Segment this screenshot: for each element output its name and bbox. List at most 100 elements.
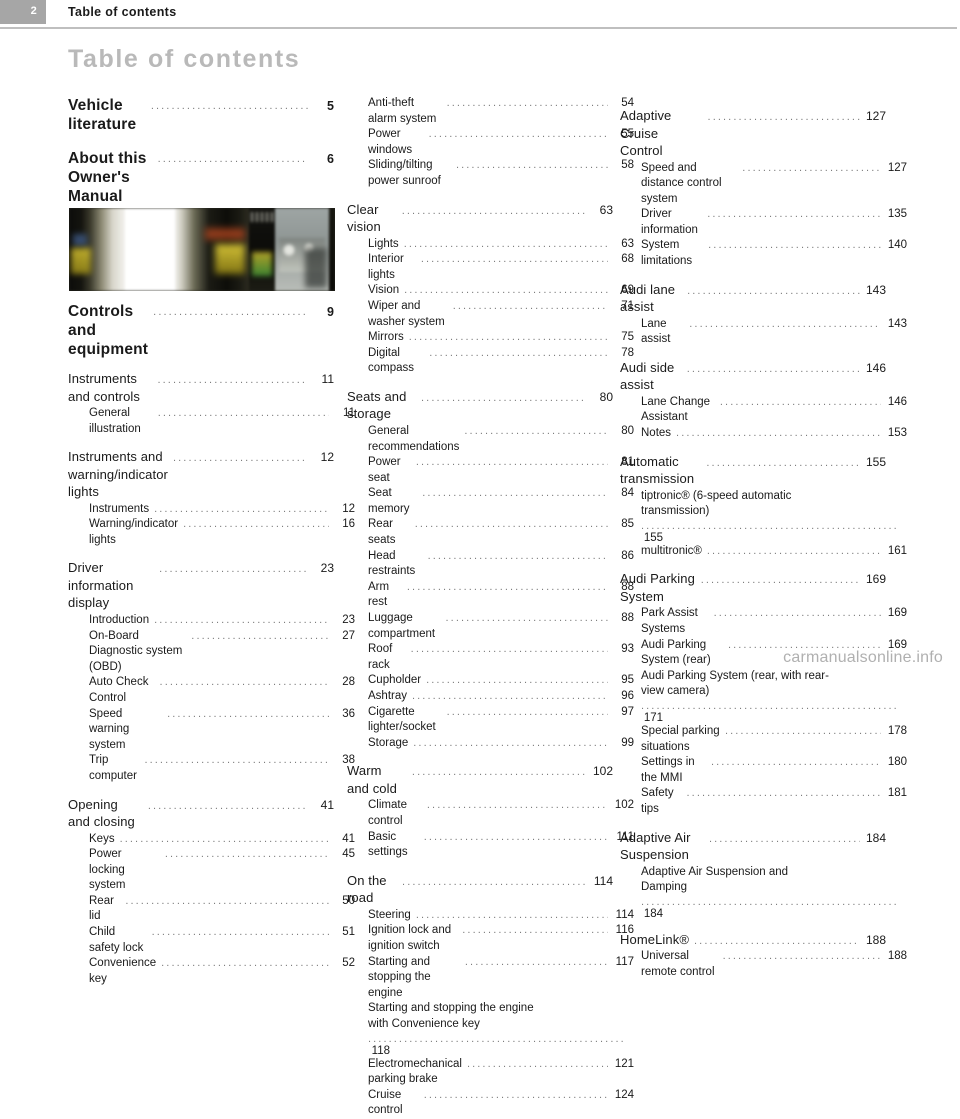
toc-entry-sub[interactable]: tiptronic® (6-speed automatic transmissi… (620, 489, 907, 544)
toc-entry-sub[interactable]: Starting and stopping the engine with Co… (347, 1001, 634, 1056)
toc-entry-sub[interactable]: Speed warning system....................… (68, 707, 355, 754)
toc-entry-sub[interactable]: System limitations......................… (620, 238, 907, 269)
toc-entry-label: Vehicle literature (68, 97, 137, 133)
toc-entry-sub[interactable]: Electromechanical parking brake.........… (347, 1057, 634, 1088)
toc-entry-sub[interactable]: Rear lid................................… (68, 894, 355, 925)
toc-entry-page-number: 143 (865, 282, 886, 297)
toc-entry-sub[interactable]: Cruise control..........................… (347, 1088, 634, 1119)
toc-entry-sub[interactable]: Arm rest................................… (347, 580, 634, 611)
toc-entry-sub[interactable]: Power locking system....................… (68, 847, 355, 894)
toc-entry-sub[interactable]: Warning/indicator lights................… (68, 517, 355, 548)
toc-entry-sub[interactable]: Power windows...........................… (347, 127, 634, 158)
toc-entry-sub[interactable]: Adaptive Air Suspension and Damping.....… (620, 865, 907, 920)
toc-entry-sub[interactable]: Introduction............................… (68, 613, 355, 629)
toc-entry-label: Sliding/tilting power sunroof (368, 159, 441, 187)
toc-entry-sec[interactable]: About this Owner's Manual...............… (68, 149, 334, 206)
toc-entry-label: About this Owner's Manual (68, 150, 147, 205)
toc-entry-chap[interactable]: Instruments and controls................… (68, 370, 334, 405)
toc-entry-chap[interactable]: HomeLink®...............................… (620, 931, 886, 949)
toc-entry-sub[interactable]: General recommendations.................… (347, 424, 634, 455)
toc-entry-sub[interactable]: Park Assist Systems.....................… (620, 606, 907, 637)
toc-entry-sub[interactable]: Safety tips.............................… (620, 786, 907, 817)
toc-entry-chap[interactable]: Opening and closing.....................… (68, 796, 334, 831)
toc-entry-sub[interactable]: Starting and stopping the engine........… (347, 955, 634, 1002)
toc-entry-page-number: 127 (865, 109, 886, 123)
toc-entry-chap[interactable]: Instruments and warning/indicator lights… (68, 448, 334, 501)
toc-entry-page-number: 102 (592, 764, 613, 779)
toc-entry-chap[interactable]: Audi side assist........................… (620, 359, 886, 394)
toc-entry-sub[interactable]: Vision..................................… (347, 283, 634, 299)
toc-entry-sub[interactable]: Digital compass.........................… (347, 346, 634, 377)
toc-entry-sub[interactable]: Lights..................................… (347, 237, 634, 253)
toc-entry-sub[interactable]: Child safety lock.......................… (68, 925, 355, 956)
toc-entry-sub[interactable]: Mirrors.................................… (347, 330, 634, 346)
toc-entry-page-number: 5 (327, 99, 334, 113)
toc-entry-sub[interactable]: Cigarette lighter/socket................… (347, 705, 634, 736)
toc-entry-sub[interactable]: Rear seats..............................… (347, 517, 634, 548)
toc-entry-sub[interactable]: General illustration....................… (68, 406, 355, 437)
toc-entry-sub[interactable]: Seat memory.............................… (347, 486, 634, 517)
toc-entry-sub[interactable]: Lane Change Assistant...................… (620, 395, 907, 426)
toc-entry-chap[interactable]: Audi Parking System.....................… (620, 570, 886, 605)
toc-entry-sub[interactable]: Auto Check Control......................… (68, 675, 355, 706)
toc-entry-chap[interactable]: On the road.............................… (347, 872, 613, 907)
toc-entry-sub[interactable]: Anti-theft alarm system.................… (347, 96, 634, 127)
leader-dots: ........................................… (446, 705, 608, 718)
toc-entry-sub[interactable]: Ignition lock and ignition switch.......… (347, 923, 634, 954)
leader-dots: ........................................… (707, 208, 881, 221)
toc-entry-sub[interactable]: Universal remote control................… (620, 949, 907, 980)
toc-entry-sub[interactable]: Instruments.............................… (68, 502, 355, 518)
toc-entry-sub[interactable]: Speed and distance control system.......… (620, 161, 907, 208)
toc-entry-page-number: 121 (614, 1057, 634, 1070)
toc-entry-chap[interactable]: Warm and cold...........................… (347, 762, 613, 797)
toc-entry-sub[interactable]: Wiper and washer system.................… (347, 299, 634, 330)
toc-entry-label: Adaptive Cruise Control (620, 108, 676, 158)
toc-entry-chap[interactable]: Audi lane assist........................… (620, 281, 886, 316)
toc-entry-chap[interactable]: Clear vision............................… (347, 201, 613, 236)
toc-entry-sub[interactable]: Climate control.........................… (347, 798, 634, 829)
toc-entry-sub[interactable]: Luggage compartment.....................… (347, 611, 634, 642)
leader-dots: ........................................… (412, 690, 608, 702)
toc-entry-label: Rear seats (368, 518, 397, 547)
toc-entry-sub[interactable]: multitronic®............................… (620, 544, 907, 560)
toc-entry-label: Starting and stopping the engine with Co… (368, 1002, 534, 1030)
toc-entry-sub[interactable]: Cupholder...............................… (347, 673, 634, 689)
toc-entry-chap[interactable]: Adaptive Cruise Control.................… (620, 107, 886, 160)
toc-entry-chap[interactable]: Automatic transmission..................… (620, 453, 886, 488)
toc-entry-label: Basic settings (368, 830, 408, 859)
toc-entry-sub[interactable]: Basic settings..........................… (347, 830, 634, 861)
toc-entry-sub[interactable]: Special parking situations..............… (620, 724, 907, 755)
toc-entry-sub[interactable]: Power seat..............................… (347, 455, 634, 486)
toc-entry-label: General recommendations (368, 424, 460, 453)
toc-entry-label: Universal remote control (641, 950, 715, 978)
toc-entry-sec[interactable]: Controls and equipment..................… (68, 302, 334, 359)
toc-entry-sub[interactable]: Interior lights.........................… (347, 252, 634, 283)
toc-entry-sub[interactable]: Trip computer...........................… (68, 753, 355, 784)
toc-entry-label: Instruments and warning/indicator lights (68, 449, 168, 500)
toc-entry-label: Audi Parking System (rear, with rear- vi… (641, 669, 829, 698)
toc-entry-sub[interactable]: Notes...................................… (620, 426, 907, 442)
leader-dots: ........................................… (708, 239, 881, 252)
leader-dots: ........................................… (641, 519, 899, 532)
toc-entry-sub[interactable]: Sliding/tilting power sunroof...........… (347, 158, 634, 189)
leader-dots: ........................................… (689, 317, 881, 330)
toc-entry-sub[interactable]: Keys....................................… (68, 832, 355, 848)
toc-entry-chap[interactable]: Adaptive Air Suspension.................… (620, 829, 886, 864)
toc-entry-sub[interactable]: Steering................................… (347, 908, 634, 924)
leader-dots: ........................................… (686, 787, 881, 800)
toc-entry-sub[interactable]: Driver information......................… (620, 207, 907, 238)
page-title: Table of contents (68, 45, 301, 73)
toc-entry-sub[interactable]: Storage.................................… (347, 736, 634, 752)
toc-entry-chap[interactable]: Seats and storage.......................… (347, 388, 613, 423)
leader-dots: ........................................… (421, 391, 587, 404)
toc-entry-label: Starting and stopping the engine (368, 955, 434, 999)
toc-entry-sub[interactable]: Lane assist.............................… (620, 317, 907, 348)
toc-entry-sec[interactable]: Vehicle literature......................… (68, 96, 334, 134)
toc-entry-label: Digital compass (368, 346, 415, 375)
toc-entry-sub[interactable]: Ashtray.................................… (347, 689, 634, 705)
toc-entry-sub[interactable]: Audi Parking System (rear, with rear- vi… (620, 669, 907, 724)
toc-entry-sub[interactable]: Head restraints.........................… (347, 549, 634, 580)
toc-entry-sub[interactable]: Settings in the MMI.....................… (620, 755, 907, 786)
toc-entry-chap[interactable]: Driver information display..............… (68, 559, 334, 612)
toc-entry-sub[interactable]: Convenience key.........................… (68, 956, 355, 987)
